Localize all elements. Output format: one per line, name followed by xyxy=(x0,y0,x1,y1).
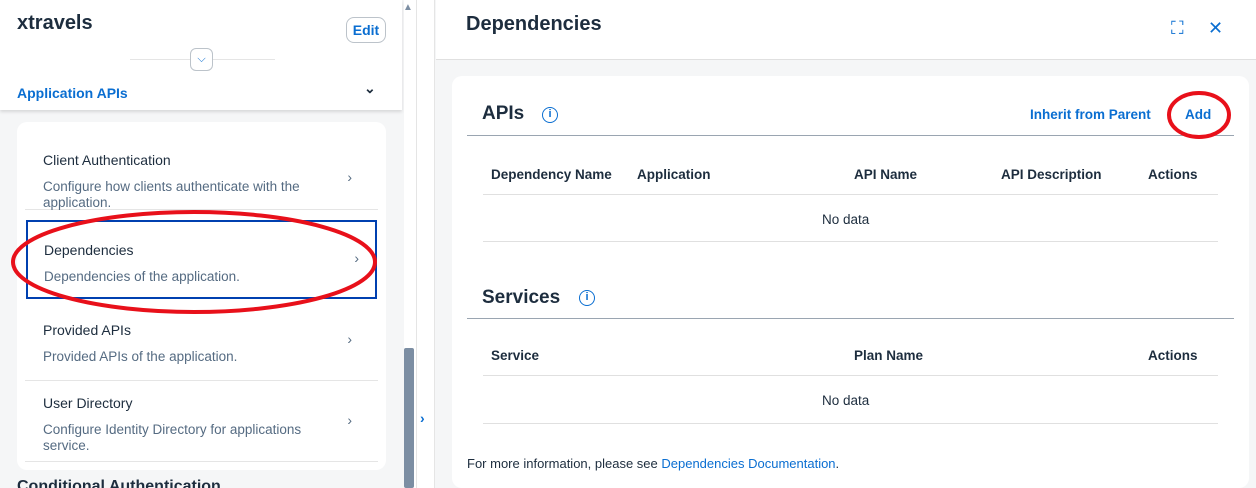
chevron-right-icon[interactable]: › xyxy=(420,410,425,426)
chevron-right-icon: › xyxy=(354,250,359,266)
column-header: Service xyxy=(491,348,540,363)
app-title: xtravels xyxy=(17,12,93,34)
splitter[interactable] xyxy=(416,0,435,488)
column-header: Actions xyxy=(1148,348,1198,363)
item-title: Dependencies xyxy=(44,242,134,258)
edit-button[interactable]: Edit xyxy=(346,17,386,43)
left-panel: xtravels Edit ⌵ Application APIs ⌄ Clien… xyxy=(0,0,404,488)
info-icon[interactable]: i xyxy=(579,290,595,306)
list-item-client-authentication[interactable]: Client Authentication Configure how clie… xyxy=(25,122,378,210)
item-description: Configure how clients authenticate with … xyxy=(43,179,300,210)
item-title: Provided APIs xyxy=(43,322,131,338)
footer-note: For more information, please see Depende… xyxy=(467,456,839,471)
chevron-right-icon: › xyxy=(347,169,352,185)
divider xyxy=(483,241,1218,242)
object-header: xtravels Edit ⌵ Application APIs ⌄ xyxy=(0,0,402,110)
chevron-right-icon: › xyxy=(347,412,352,428)
close-icon[interactable]: ✕ xyxy=(1208,18,1223,39)
list-item-dependencies[interactable]: Dependencies Dependencies of the applica… xyxy=(26,220,377,299)
column-header: Actions xyxy=(1148,167,1198,182)
collapse-header-button[interactable]: ⌵ xyxy=(190,48,213,71)
section-heading: Conditional Authentication xyxy=(17,478,221,488)
column-header: Plan Name xyxy=(854,348,924,363)
footer-end: . xyxy=(835,456,840,471)
info-icon[interactable]: i xyxy=(542,107,558,123)
add-button[interactable]: Add xyxy=(1185,107,1211,122)
inherit-from-parent-button[interactable]: Inherit from Parent xyxy=(1030,107,1151,122)
divider xyxy=(483,423,1218,424)
item-title: Client Authentication xyxy=(43,152,171,168)
documentation-link[interactable]: Dependencies Documentation xyxy=(661,456,835,471)
settings-list: Client Authentication Configure how clie… xyxy=(17,122,386,470)
item-title: User Directory xyxy=(43,395,133,411)
chevron-down-icon: ⌵ xyxy=(197,53,206,65)
dependencies-card: APIs i Inherit from Parent Add Dependenc… xyxy=(452,76,1249,488)
column-header: API Name xyxy=(854,167,918,182)
column-header: Dependency Name xyxy=(491,167,612,182)
footer-text: For more information, please see xyxy=(467,456,662,471)
apis-heading: APIs xyxy=(482,103,525,124)
divider xyxy=(483,375,1218,376)
divider xyxy=(467,318,1234,319)
detail-panel: Dependencies ⛶ ✕ APIs i Inherit from Par… xyxy=(436,0,1256,488)
divider xyxy=(467,135,1234,136)
no-data-text: No data xyxy=(822,393,870,408)
item-description: Configure Identity Directory for applica… xyxy=(43,422,302,453)
column-header: API Description xyxy=(1001,167,1102,182)
chevron-right-icon: › xyxy=(347,331,352,347)
scroll-up-icon[interactable]: ▲ xyxy=(403,2,413,13)
chevron-down-icon[interactable]: ⌄ xyxy=(364,80,376,97)
item-description: Provided APIs of the application. xyxy=(43,349,238,364)
list-item-provided-apis[interactable]: Provided APIs Provided APIs of the appli… xyxy=(25,300,378,381)
list-item-user-directory[interactable]: User Directory Configure Identity Direct… xyxy=(25,381,378,462)
scrollbar-thumb[interactable] xyxy=(404,348,414,488)
divider xyxy=(483,194,1218,195)
fullscreen-icon[interactable]: ⛶ xyxy=(1171,18,1184,39)
page-title: Dependencies xyxy=(466,13,602,35)
section-selector[interactable]: Application APIs xyxy=(17,85,128,101)
detail-header: Dependencies ⛶ ✕ xyxy=(436,0,1256,60)
item-description: Dependencies of the application. xyxy=(44,269,240,284)
no-data-text: No data xyxy=(822,212,870,227)
column-header: Application xyxy=(637,167,711,182)
services-heading: Services xyxy=(482,287,561,308)
